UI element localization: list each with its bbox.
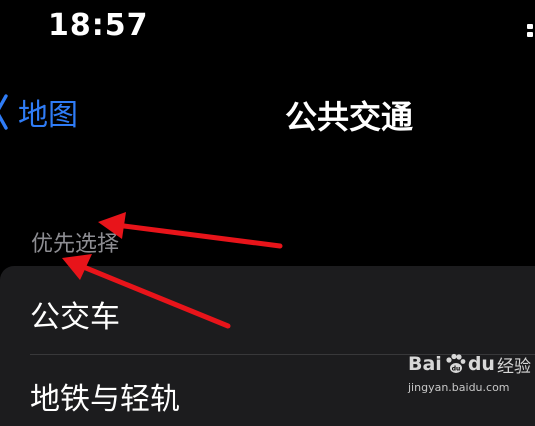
baidu-paw-icon: du: [446, 353, 466, 373]
watermark-brand-suffix: du: [467, 353, 495, 375]
page-title: 公共交通: [285, 98, 414, 136]
section-header: 优先选择: [31, 232, 120, 257]
list-item-subway[interactable]: 地铁与轻轨: [30, 374, 180, 418]
watermark-word: 经验: [496, 356, 531, 377]
red-arrow-icon: [98, 212, 283, 249]
watermark-url: jingyan.baidu.com: [408, 381, 510, 394]
status-indicator-icon: [527, 24, 535, 38]
back-label: 地图: [18, 98, 78, 133]
list-item-bus[interactable]: 公交车: [30, 292, 120, 336]
back-button[interactable]: 地图: [0, 92, 78, 133]
status-time: 18:57: [48, 8, 149, 43]
baidu-watermark: Bai du du 经验 jingyan.baidu.com: [408, 349, 532, 404]
chevron-left-icon: [0, 94, 8, 130]
watermark-brand-prefix: Bai: [408, 353, 442, 375]
svg-text:du: du: [452, 366, 461, 373]
